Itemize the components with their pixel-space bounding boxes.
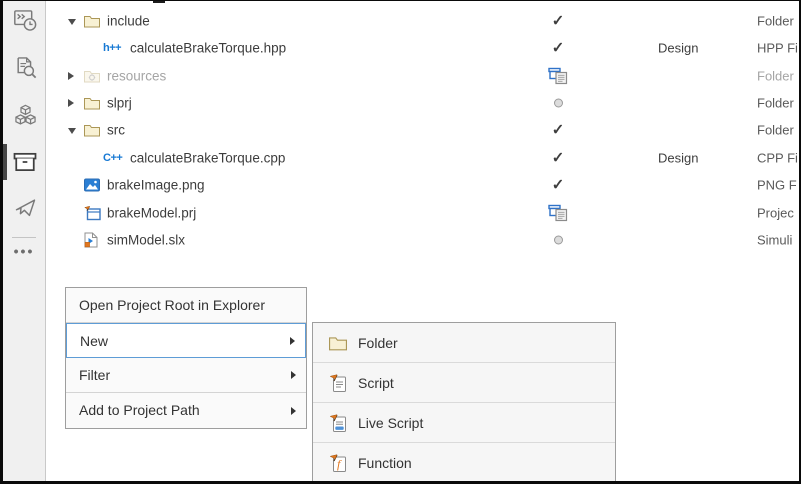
- file-name: slprj: [107, 95, 132, 110]
- tree-row-slx[interactable]: simModel.slx Simuli: [46, 226, 799, 253]
- status-excluded-icon: [545, 98, 571, 107]
- submenu-item-label: Live Script: [358, 415, 423, 431]
- sidebar-divider: [12, 237, 36, 238]
- submenu-item-folder[interactable]: Folder: [313, 323, 615, 363]
- file-name: calculateBrakeTorque.cpp: [130, 150, 285, 165]
- menu-item-label: Open Project Root in Explorer: [79, 297, 265, 313]
- submenu-arrow-icon: [291, 407, 296, 415]
- project-box-icon[interactable]: [10, 147, 40, 177]
- screenshot-frame: ••• include Folder h++ calculateBrakeTor…: [0, 0, 801, 484]
- more-panels-icon[interactable]: •••: [3, 243, 45, 259]
- tree-row-resources[interactable]: resources Folder: [46, 62, 799, 89]
- find-files-icon[interactable]: [10, 52, 40, 82]
- file-name: src: [107, 122, 125, 137]
- file-name: calculateBrakeTorque.hpp: [130, 40, 286, 55]
- tree-row-hpp[interactable]: h++ calculateBrakeTorque.hpp Design HPP …: [46, 34, 799, 61]
- menu-item-new[interactable]: New: [66, 323, 306, 358]
- file-type-label: Folder: [757, 68, 801, 83]
- submenu-item-label: Function: [358, 455, 412, 471]
- file-type-label: HPP Fi: [757, 40, 801, 55]
- classification-label: Design: [658, 150, 698, 165]
- tree-row-include[interactable]: include Folder: [46, 7, 799, 34]
- live-script-icon: [329, 413, 347, 432]
- tree-row-src[interactable]: src Folder: [46, 116, 799, 143]
- expand-arrow-icon[interactable]: [68, 99, 74, 107]
- menu-item-open-project-root[interactable]: Open Project Root in Explorer: [66, 288, 306, 323]
- status-checked-icon: [545, 175, 571, 194]
- hpp-file-icon: h++: [103, 42, 121, 54]
- tree-row-slprj[interactable]: slprj Folder: [46, 89, 799, 116]
- status-checked-icon: [545, 38, 571, 57]
- classification-label: Design: [658, 40, 698, 55]
- submenu-arrow-icon: [290, 337, 295, 345]
- submenu-item-script[interactable]: Script: [313, 363, 615, 403]
- status-checked-icon: [545, 148, 571, 167]
- collapse-arrow-icon[interactable]: [68, 128, 76, 134]
- folder-icon: [84, 14, 100, 27]
- simulink-icon[interactable]: [10, 192, 40, 222]
- submenu-arrow-icon: [291, 371, 296, 379]
- collapse-arrow-icon[interactable]: [68, 19, 76, 25]
- status-project-metadata-icon: [545, 204, 571, 221]
- file-type-label: PNG F: [757, 177, 801, 192]
- menu-item-filter[interactable]: Filter: [66, 358, 306, 393]
- file-type-label: Projec: [757, 205, 801, 220]
- expand-arrow-icon[interactable]: [68, 72, 74, 80]
- menu-item-label: Add to Project Path: [79, 402, 200, 418]
- folder-icon: [84, 123, 100, 136]
- clipped-content-mark: [153, 1, 165, 3]
- file-type-label: Folder: [757, 95, 801, 110]
- file-name: resources: [107, 68, 166, 83]
- folder-icon: [329, 335, 347, 350]
- image-file-icon: [84, 178, 100, 191]
- panel-history-icon[interactable]: [10, 5, 40, 35]
- submenu-item-label: Folder: [358, 335, 398, 351]
- new-submenu: Folder Script: [312, 322, 616, 483]
- status-checked-icon: [545, 120, 571, 139]
- file-type-label: Simuli: [757, 232, 801, 247]
- status-project-metadata-icon: [545, 67, 571, 84]
- dependency-cubes-icon[interactable]: [10, 100, 40, 130]
- file-name: simModel.slx: [107, 232, 185, 247]
- folder-icon: [84, 96, 100, 109]
- menu-item-label: Filter: [79, 367, 110, 383]
- function-icon: f: [329, 454, 347, 473]
- context-menu: Open Project Root in Explorer New Filter…: [65, 287, 307, 429]
- simulink-model-file-icon: [84, 232, 98, 247]
- status-checked-icon: [545, 11, 571, 30]
- selected-panel-indicator: [3, 144, 7, 180]
- panel-sidebar: •••: [3, 1, 46, 481]
- status-excluded-icon: [545, 235, 571, 244]
- submenu-item-label: Script: [358, 375, 394, 391]
- file-name: brakeImage.png: [107, 177, 205, 192]
- file-name: include: [107, 13, 150, 28]
- tree-row-cpp[interactable]: C++ calculateBrakeTorque.cpp Design CPP …: [46, 144, 799, 171]
- menu-item-add-to-project-path[interactable]: Add to Project Path: [66, 393, 306, 428]
- tree-row-png[interactable]: brakeImage.png PNG F: [46, 171, 799, 198]
- submenu-item-function[interactable]: f Function: [313, 443, 615, 483]
- submenu-item-live-script[interactable]: Live Script: [313, 403, 615, 443]
- file-type-label: Folder: [757, 13, 801, 28]
- menu-item-label: New: [80, 333, 108, 349]
- tree-row-prj[interactable]: brakeModel.prj Projec: [46, 199, 799, 226]
- resources-folder-icon: [84, 69, 100, 82]
- file-type-label: Folder: [757, 122, 801, 137]
- cpp-file-icon: C++: [103, 152, 122, 164]
- file-name: brakeModel.prj: [107, 205, 196, 220]
- script-icon: [329, 373, 347, 392]
- project-file-icon: [84, 205, 101, 220]
- file-type-label: CPP Fi: [757, 150, 801, 165]
